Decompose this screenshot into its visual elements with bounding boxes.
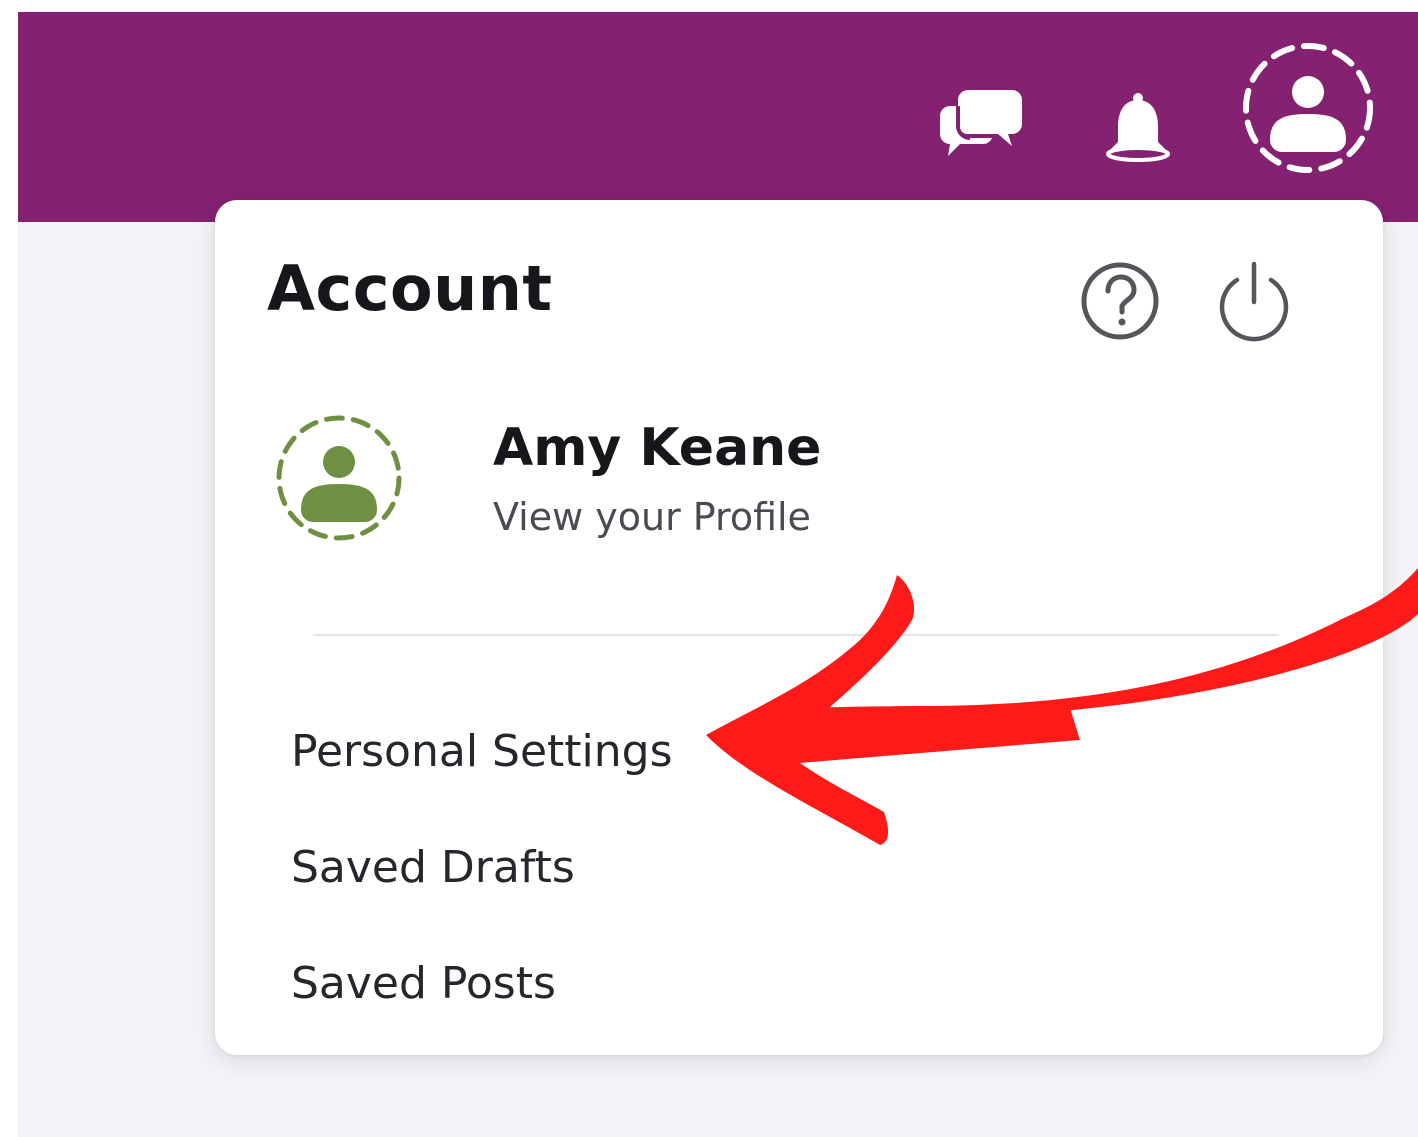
menu-item-saved-posts[interactable]: Saved Posts [291, 962, 556, 1006]
top-navigation-bar [18, 12, 1418, 222]
user-avatar-icon[interactable] [1240, 40, 1376, 176]
menu-item-saved-drafts[interactable]: Saved Drafts [291, 846, 575, 890]
help-icon[interactable] [1077, 258, 1163, 344]
user-name: Amy Keane [493, 418, 822, 478]
view-profile-link[interactable]: View your Profile [493, 498, 811, 536]
account-title: Account [267, 252, 553, 325]
app-window: Account Amy Keane View your Profile Pers… [18, 12, 1418, 1137]
profile-avatar-icon[interactable] [273, 412, 405, 544]
bell-icon[interactable] [1098, 86, 1178, 166]
menu-item-personal-settings[interactable]: Personal Settings [291, 730, 673, 774]
power-icon[interactable] [1211, 258, 1297, 344]
account-dropdown-panel: Account Amy Keane View your Profile Pers… [215, 200, 1383, 1055]
divider [313, 634, 1279, 636]
chat-bubbles-icon[interactable] [938, 76, 1022, 160]
